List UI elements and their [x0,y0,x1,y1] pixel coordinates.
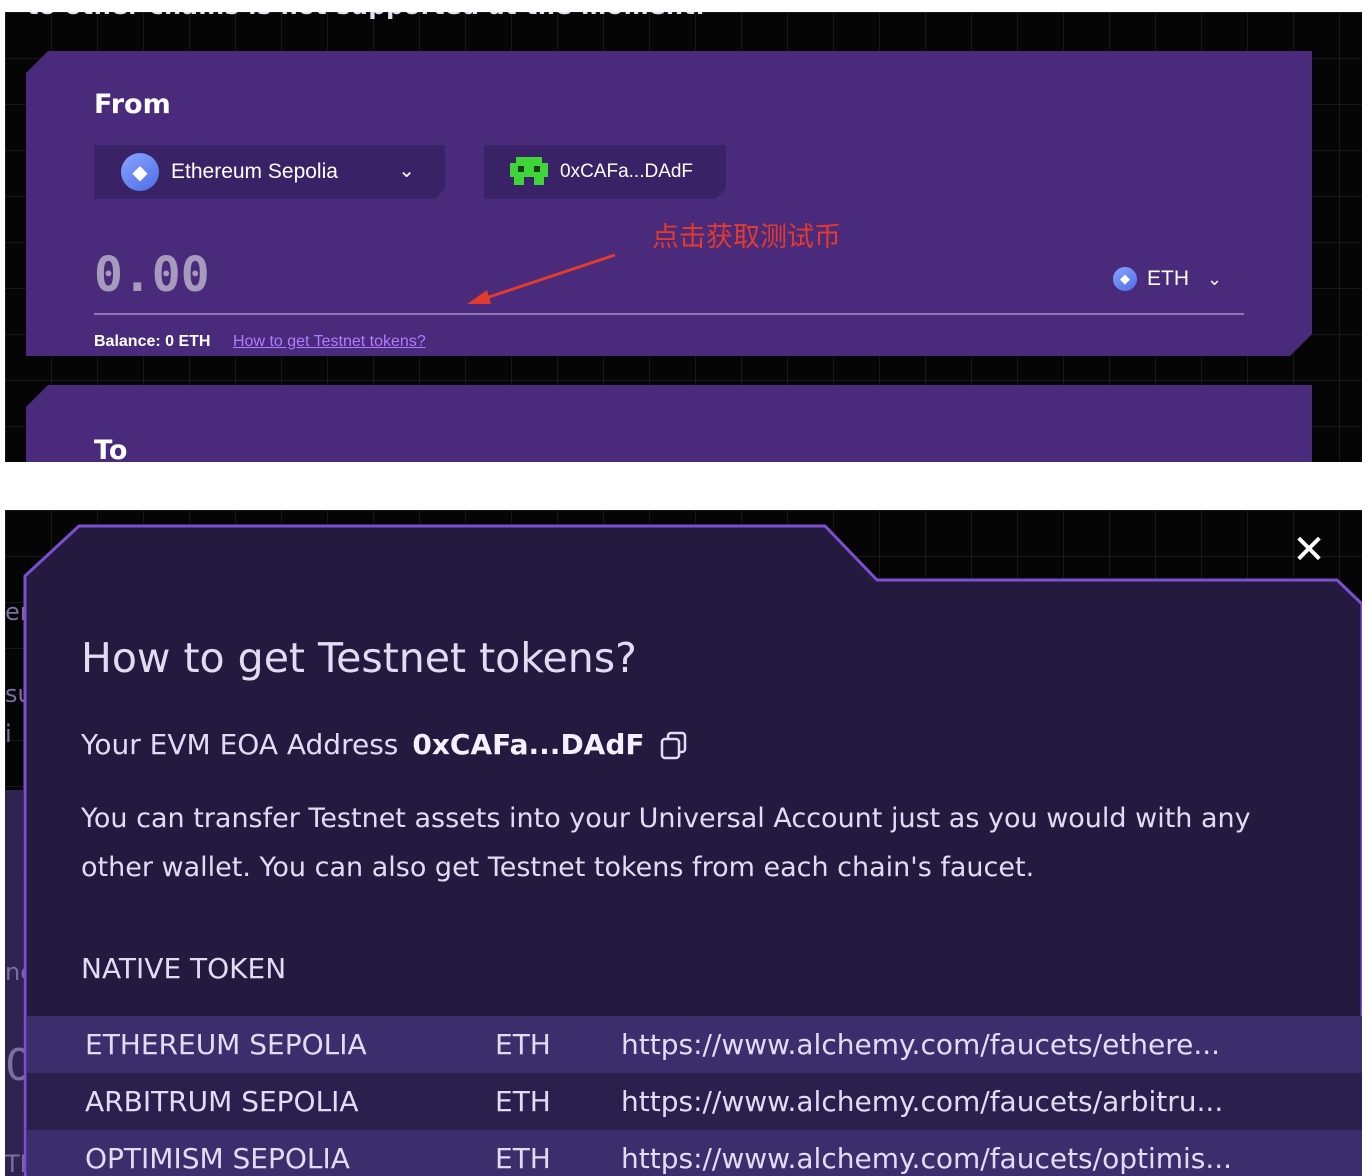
testnet-modal-screenshot: er su i ne 0 TH ✕ How to get Testnet tok… [5,510,1362,1176]
table-row[interactable]: OPTIMISM SEPOLIA ETH https://www.alchemy… [27,1130,1362,1176]
faucet-token: ETH [495,1028,551,1061]
faucet-chain: ARBITRUM SEPOLIA [85,1085,359,1118]
faucet-link[interactable]: https://www.alchemy.com/faucets/optimis.… [621,1142,1232,1175]
faucet-chain: ETHEREUM SEPOLIA [85,1028,367,1061]
address-row: Your EVM EOA Address 0xCAFa...DAdF [81,728,689,761]
modal-description: You can transfer Testnet assets into you… [81,803,1251,883]
faucet-token: ETH [495,1085,551,1118]
faucet-chain: OPTIMISM SEPOLIA [85,1142,350,1175]
faucet-link[interactable]: https://www.alchemy.com/faucets/arbitru.… [621,1085,1223,1118]
close-button[interactable]: ✕ [1287,528,1331,572]
to-label: To [94,435,128,462]
table-row[interactable]: ETHEREUM SEPOLIA ETH https://www.alchemy… [27,1016,1362,1073]
bridge-form-screenshot: to other chains is not supported at the … [5,12,1362,462]
faucet-table: ETHEREUM SEPOLIA ETH https://www.alchemy… [27,1016,1362,1176]
faucet-token: ETH [495,1142,551,1175]
address-label: Your EVM EOA Address [81,728,399,761]
table-row[interactable]: ARBITRUM SEPOLIA ETH https://www.alchemy… [27,1073,1362,1130]
modal-title: How to get Testnet tokens? [81,634,637,682]
native-token-heading: NATIVE TOKEN [81,952,287,985]
faucet-link[interactable]: https://www.alchemy.com/faucets/ethere..… [621,1028,1220,1061]
address-value: 0xCAFa...DAdF [412,728,645,761]
copy-icon[interactable] [659,730,689,760]
to-card: To [26,385,1312,462]
